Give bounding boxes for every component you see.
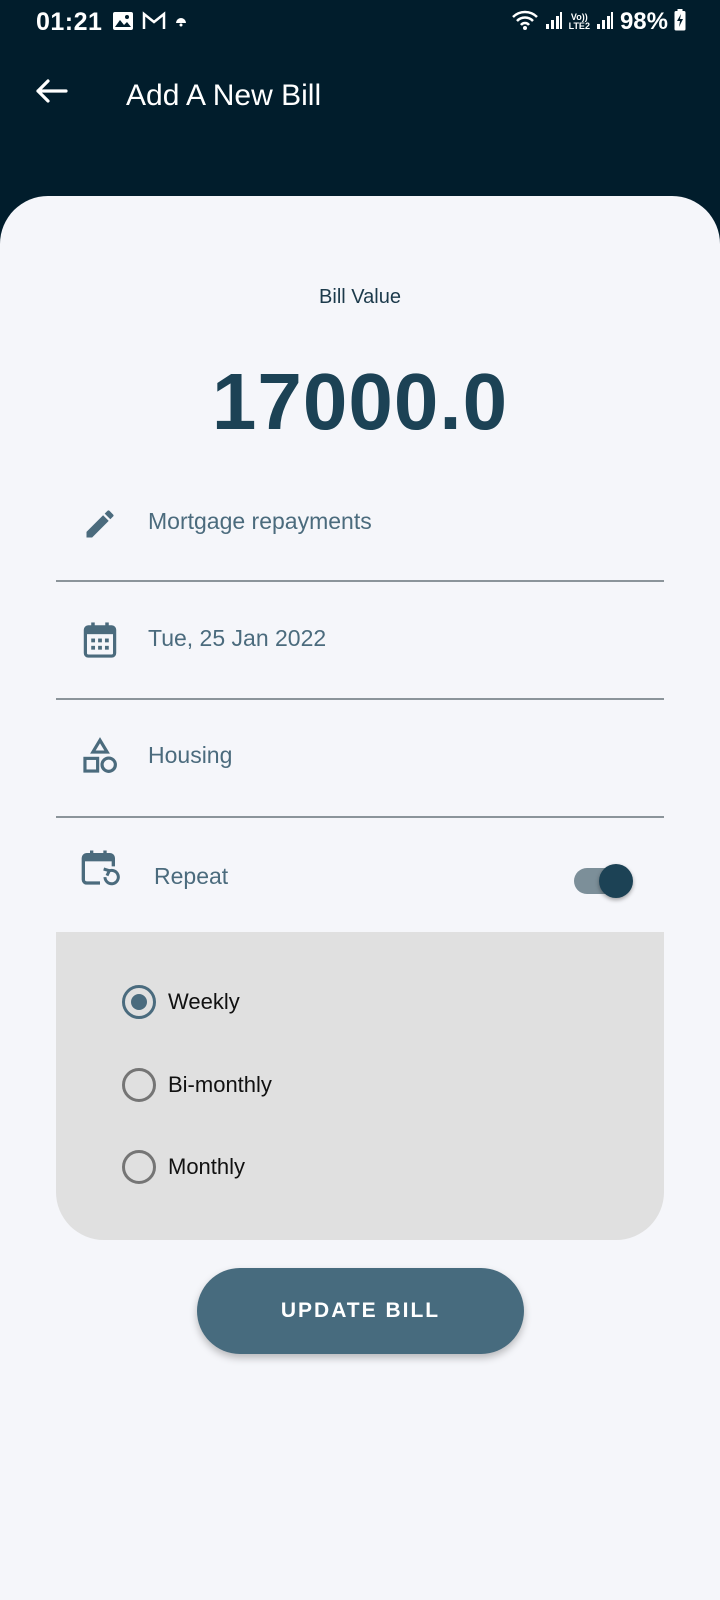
status-right-icons: Vo)) LTE2 98% <box>511 8 686 36</box>
status-time: 01:21 <box>36 8 103 36</box>
gmail-icon <box>142 11 166 36</box>
arrow-back-icon <box>34 78 68 109</box>
update-bill-button[interactable]: UPDATE BILL <box>197 1268 524 1354</box>
bill-value-label: Bill Value <box>319 286 401 308</box>
content-sheet: Bill Value 17000.0 Mortgage repayments T… <box>0 196 720 1600</box>
bill-value-amount[interactable]: 17000.0 <box>0 356 720 448</box>
app-bar: Add A New Bill <box>0 46 720 146</box>
network-label-bottom: LTE2 <box>568 21 590 31</box>
notification-icon <box>174 14 188 33</box>
radio-button[interactable] <box>122 1068 156 1102</box>
description-text: Mortgage repayments <box>148 508 372 534</box>
status-left-icons <box>112 11 188 36</box>
back-button[interactable] <box>26 68 76 118</box>
radio-button-selected[interactable] <box>122 985 156 1019</box>
description-field[interactable]: Mortgage repayments <box>56 466 664 582</box>
image-icon <box>112 11 134 36</box>
category-shapes-icon <box>80 736 120 776</box>
toggle-thumb <box>599 864 633 898</box>
page-title: Add A New Bill <box>126 79 322 112</box>
wifi-icon <box>511 9 539 36</box>
date-text: Tue, 25 Jan 2022 <box>148 625 327 651</box>
radio-label: Bi-monthly <box>168 1072 272 1097</box>
date-field[interactable]: Tue, 25 Jan 2022 <box>56 584 664 700</box>
category-field[interactable]: Housing <box>56 702 664 818</box>
radio-option-bi-monthly[interactable]: Bi-monthly <box>122 1063 272 1107</box>
radio-button[interactable] <box>122 1150 156 1184</box>
radio-option-monthly[interactable]: Monthly <box>122 1145 245 1189</box>
radio-label: Weekly <box>168 989 240 1014</box>
radio-option-weekly[interactable]: Weekly <box>122 980 240 1024</box>
calendar-repeat-icon <box>80 848 120 888</box>
network-type-label: Vo)) LTE2 <box>569 13 590 31</box>
signal-icon <box>545 10 563 35</box>
battery-percent: 98% <box>619 8 668 35</box>
pencil-icon <box>80 504 120 544</box>
calendar-icon <box>80 620 120 660</box>
repeat-toggle[interactable] <box>574 864 633 898</box>
signal-icon <box>596 10 614 35</box>
category-text: Housing <box>148 742 233 768</box>
status-bar: 01:21 Vo)) LTE2 98% <box>0 0 720 46</box>
repeat-row: Repeat <box>56 832 664 928</box>
radio-label: Monthly <box>168 1154 246 1179</box>
battery-charging-icon <box>674 8 686 36</box>
repeat-label: Repeat <box>154 863 229 889</box>
repeat-options-panel: Weekly Bi-monthly Monthly <box>56 932 664 1240</box>
